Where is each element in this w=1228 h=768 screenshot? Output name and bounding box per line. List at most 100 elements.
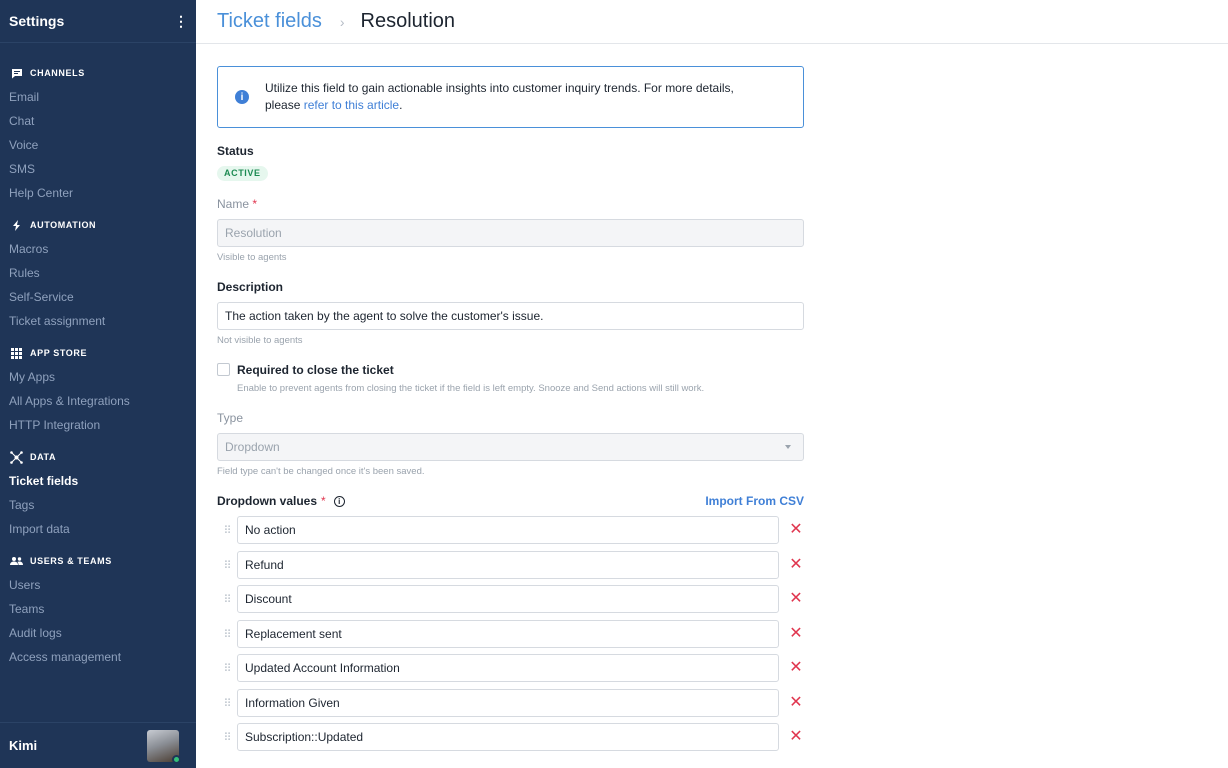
sidebar-item-sms[interactable]: SMS (0, 157, 196, 181)
sidebar-item-all-apps[interactable]: All Apps & Integrations (0, 389, 196, 413)
delete-value-icon[interactable]: ✕ (789, 522, 803, 538)
drag-handle-icon[interactable]: ⠿ (217, 620, 237, 648)
dropdown-values-header: Dropdown values * i Import From CSV (217, 494, 804, 508)
info-banner-text: Utilize this field to gain actionable in… (265, 80, 765, 114)
sidebar-item-chat[interactable]: Chat (0, 109, 196, 133)
sidebar-item-users[interactable]: Users (0, 573, 196, 597)
dropdown-value-input[interactable]: Refund (237, 551, 779, 579)
sidebar-header: Settings ⋮ (0, 0, 196, 43)
section-label-automation: AUTOMATION (30, 220, 97, 230)
sidebar-item-teams[interactable]: Teams (0, 597, 196, 621)
name-field[interactable]: Resolution (217, 219, 804, 247)
drag-handle-icon[interactable]: ⠿ (217, 654, 237, 682)
delete-value-icon[interactable]: ✕ (789, 557, 803, 573)
drag-handle-icon[interactable]: ⠿ (217, 723, 237, 751)
info-circle-icon[interactable]: i (333, 495, 345, 507)
drag-handle-icon[interactable]: ⠿ (217, 585, 237, 613)
import-from-csv-link[interactable]: Import From CSV (705, 494, 804, 508)
delete-value-icon[interactable]: ✕ (789, 626, 803, 642)
chevron-down-icon (785, 445, 791, 449)
sidebar-item-self-service[interactable]: Self-Service (0, 285, 196, 309)
dropdown-value-input[interactable]: Discount (237, 585, 779, 613)
section-header-data: DATA (0, 449, 196, 465)
list-item: ⠿ Subscription::Updated ✕ (217, 723, 804, 751)
sidebar-item-my-apps[interactable]: My Apps (0, 365, 196, 389)
network-icon (10, 450, 23, 464)
sidebar-item-http-integration[interactable]: HTTP Integration (0, 413, 196, 437)
delete-value-icon[interactable]: ✕ (789, 695, 803, 711)
name-label-text: Name (217, 197, 250, 211)
info-banner: i Utilize this field to gain actionable … (217, 66, 804, 128)
section-app-store: APP STORE My Apps All Apps & Integration… (0, 345, 196, 437)
status-label: Status (217, 144, 254, 158)
section-header-app-store: APP STORE (0, 345, 196, 361)
sidebar-item-import-data[interactable]: Import data (0, 517, 196, 541)
list-item: ⠿ Updated Account Information ✕ (217, 654, 804, 682)
breadcrumb: Ticket fields › Resolution (196, 0, 1228, 44)
dropdown-value-input[interactable]: Replacement sent (237, 620, 779, 648)
sidebar-item-macros[interactable]: Macros (0, 237, 196, 261)
drag-handle-icon[interactable]: ⠿ (217, 551, 237, 579)
section-channels: CHANNELS Email Chat Voice SMS Help Cente… (0, 65, 196, 205)
sidebar-item-help-center[interactable]: Help Center (0, 181, 196, 205)
online-status-dot (172, 754, 181, 764)
breadcrumb-ticket-fields-link[interactable]: Ticket fields (217, 10, 322, 33)
dropdown-values-label: Dropdown values (217, 494, 318, 508)
sidebar-item-ticket-fields[interactable]: Ticket fields (0, 469, 196, 493)
section-header-channels: CHANNELS (0, 65, 196, 81)
sidebar-item-tags[interactable]: Tags (0, 493, 196, 517)
info-icon: i (235, 90, 249, 104)
sidebar-user-footer[interactable]: Kimi (0, 722, 196, 768)
dropdown-value-input[interactable]: Subscription::Updated (237, 723, 779, 751)
delete-value-icon[interactable]: ✕ (789, 660, 803, 676)
dropdown-value-input[interactable]: No action (237, 516, 779, 544)
section-data: DATA Ticket fields Tags Import data (0, 449, 196, 541)
section-label-channels: CHANNELS (30, 68, 85, 78)
list-item: ⠿ Refund ✕ (217, 551, 804, 579)
type-hint: Field type can't be changed once it's be… (217, 466, 425, 477)
required-asterisk: * (252, 197, 258, 211)
settings-sidebar: Settings ⋮ CHANNELS Email Chat Voice SMS… (0, 0, 196, 768)
grid-icon (10, 347, 23, 360)
dropdown-value-input[interactable]: Updated Account Information (237, 654, 779, 682)
sidebar-title: Settings (9, 13, 65, 29)
delete-value-icon[interactable]: ✕ (789, 729, 803, 745)
sidebar-item-rules[interactable]: Rules (0, 261, 196, 285)
info-banner-suffix: . (399, 98, 403, 112)
lightning-bolt-icon (10, 219, 23, 232)
name-hint: Visible to agents (217, 252, 287, 263)
section-label-app-store: APP STORE (30, 348, 88, 358)
people-icon (10, 555, 23, 568)
sidebar-item-access-management[interactable]: Access management (0, 645, 196, 669)
drag-handle-icon[interactable]: ⠿ (217, 516, 237, 544)
status-badge: ACTIVE (217, 166, 268, 181)
sidebar-item-audit-logs[interactable]: Audit logs (0, 621, 196, 645)
delete-value-icon[interactable]: ✕ (789, 591, 803, 607)
list-item: ⠿ No action ✕ (217, 516, 804, 544)
description-hint: Not visible to agents (217, 335, 303, 346)
type-select[interactable]: Dropdown (217, 433, 804, 461)
section-header-automation: AUTOMATION (0, 217, 196, 233)
user-name: Kimi (9, 738, 38, 753)
list-item: ⠿ Discount ✕ (217, 585, 804, 613)
sidebar-item-voice[interactable]: Voice (0, 133, 196, 157)
chat-bubble-icon (10, 67, 23, 80)
sidebar-item-email[interactable]: Email (0, 85, 196, 109)
list-item: ⠿ Replacement sent ✕ (217, 620, 804, 648)
type-label: Type (217, 411, 244, 425)
description-label: Description (217, 280, 284, 294)
page-title: Resolution (360, 10, 456, 32)
avatar[interactable] (147, 729, 181, 764)
kebab-menu-icon[interactable]: ⋮ (174, 13, 188, 30)
section-users-teams: USERS & TEAMS Users Teams Audit logs Acc… (0, 553, 196, 669)
refer-article-link[interactable]: refer to this article (304, 98, 399, 112)
type-select-value: Dropdown (225, 440, 280, 454)
list-item: ⠿ Information Given ✕ (217, 689, 804, 717)
drag-handle-icon[interactable]: ⠿ (217, 689, 237, 717)
description-field[interactable]: The action taken by the agent to solve t… (217, 302, 804, 330)
section-header-users-teams: USERS & TEAMS (0, 553, 196, 569)
sidebar-item-ticket-assignment[interactable]: Ticket assignment (0, 309, 196, 333)
required-to-close-label: Required to close the ticket (237, 363, 394, 377)
dropdown-value-input[interactable]: Information Given (237, 689, 779, 717)
required-to-close-checkbox[interactable] (217, 363, 230, 376)
